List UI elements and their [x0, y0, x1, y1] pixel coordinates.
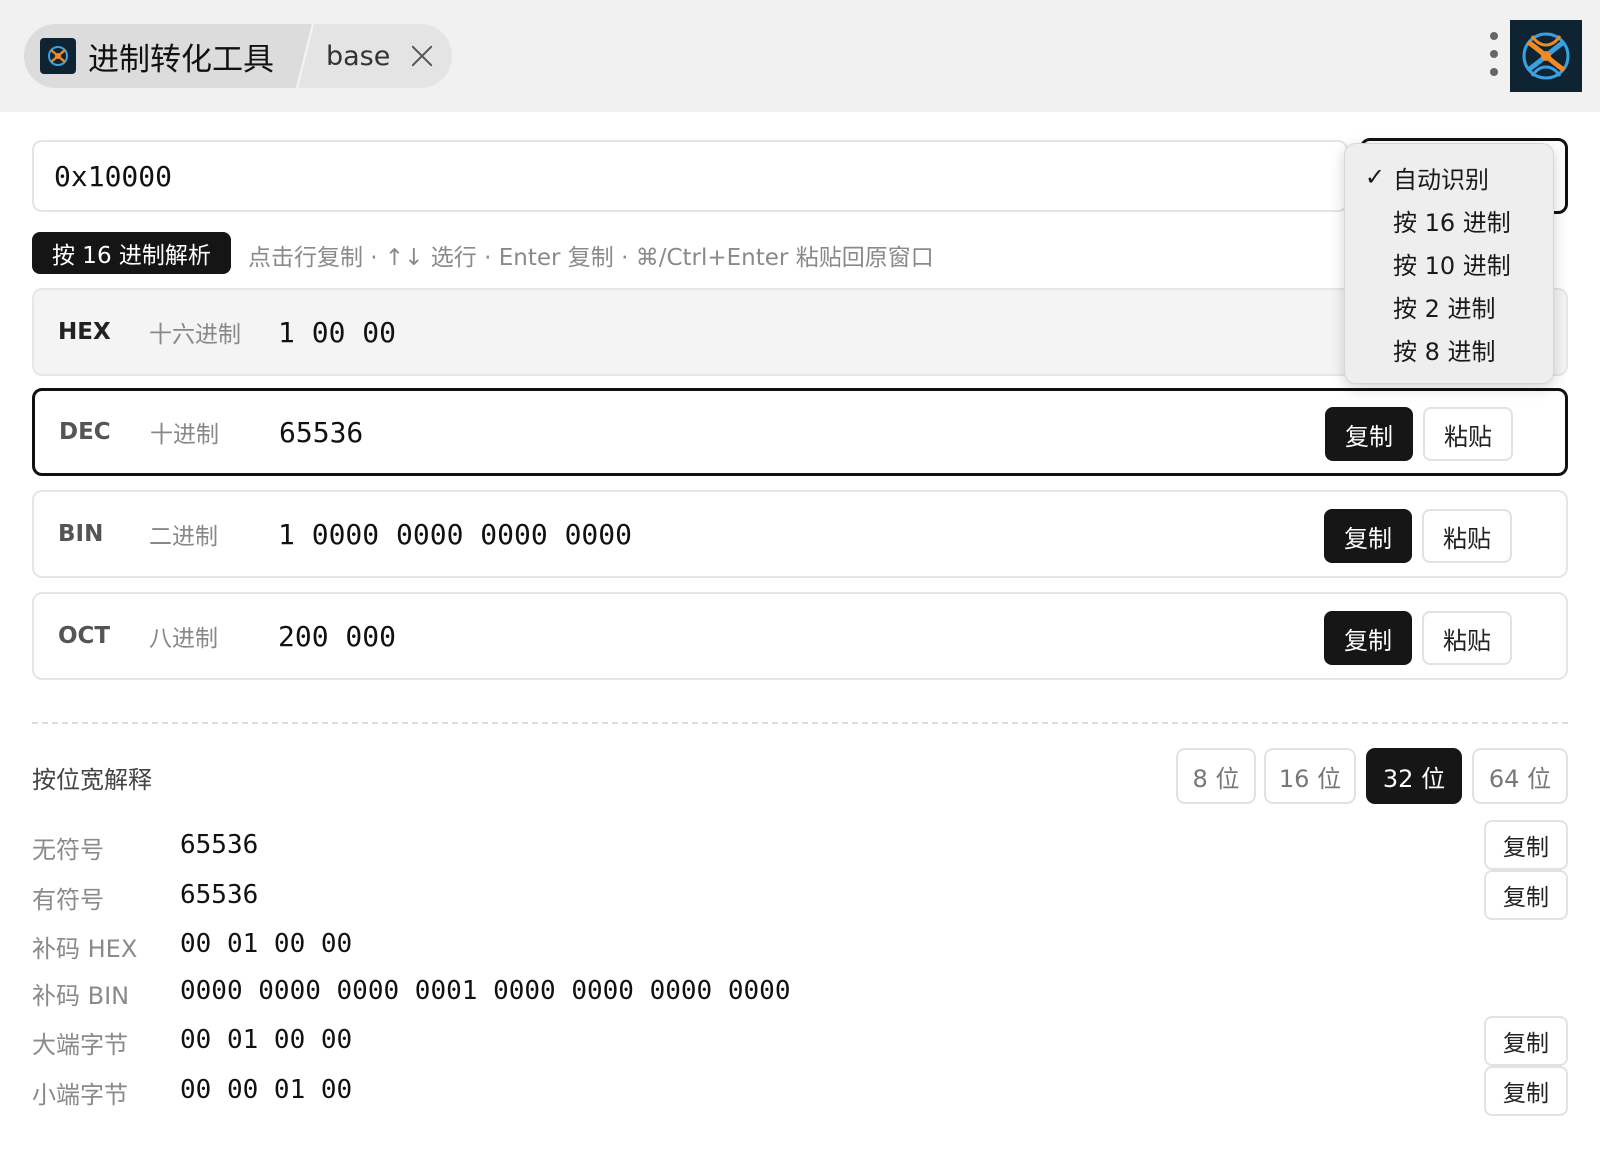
paste-button[interactable]: 粘贴	[1422, 611, 1512, 665]
copy-unsigned-button[interactable]: 复制	[1484, 820, 1568, 870]
row-value: 65536	[279, 415, 364, 449]
copy-button[interactable]: 复制	[1324, 509, 1412, 563]
bitwidth-64-button[interactable]: 64 位	[1472, 748, 1568, 804]
menu-item-label: 按 16 进制	[1393, 208, 1511, 237]
paste-button[interactable]: 粘贴	[1423, 407, 1513, 461]
more-options-icon[interactable]	[1484, 32, 1504, 76]
copy-signed-button[interactable]: 复制	[1484, 870, 1568, 920]
menu-item-hex[interactable]: 按 16 进制	[1345, 199, 1555, 241]
menu-item-label: 按 8 进制	[1393, 337, 1496, 366]
tab-base[interactable]: base	[292, 24, 452, 88]
detail-value-twos-hex: 00 01 00 00	[180, 929, 353, 959]
row-code: HEX	[58, 319, 111, 345]
row-code: OCT	[58, 623, 111, 649]
detail-key-signed: 有符号	[32, 886, 104, 914]
result-row-bin[interactable]: BIN 二进制 1 0000 0000 0000 0000 复制 粘贴	[32, 490, 1568, 578]
section-divider	[32, 722, 1568, 724]
tab-strip: 进制转化工具 base	[24, 24, 453, 88]
app-logo	[1510, 20, 1582, 92]
detail-key-twos-hex: 补码 HEX	[32, 935, 138, 963]
keyboard-hint: 点击行复制 · ↑↓ 选行 · Enter 复制 · ⌘/Ctrl+Enter …	[248, 245, 934, 271]
bitwidth-8-button[interactable]: 8 位	[1176, 748, 1256, 804]
parse-mode-badge: 按 16 进制解析	[32, 232, 231, 274]
title-bar: 进制转化工具 base	[0, 0, 1600, 112]
menu-item-bin[interactable]: 按 2 进制	[1345, 285, 1555, 327]
menu-item-auto[interactable]: ✓ 自动识别	[1345, 156, 1555, 198]
detail-value-twos-bin: 0000 0000 0000 0001 0000 0000 0000 0000	[180, 976, 791, 1006]
detail-value-signed: 65536	[180, 880, 259, 910]
detail-value-big-endian: 00 01 00 00	[180, 1025, 353, 1055]
row-value: 200 000	[278, 619, 397, 653]
copy-big-endian-button[interactable]: 复制	[1484, 1016, 1568, 1066]
menu-item-label: 按 2 进制	[1393, 294, 1496, 323]
copy-button[interactable]: 复制	[1324, 611, 1412, 665]
result-row-oct[interactable]: OCT 八进制 200 000 复制 粘贴	[32, 592, 1568, 680]
row-value: 1 0000 0000 0000 0000	[278, 517, 633, 551]
parse-mode-menu: ✓ 自动识别 按 16 进制 按 10 进制 按 2 进制 按 8 进制	[1344, 143, 1554, 384]
number-input[interactable]	[32, 140, 1348, 212]
check-icon: ✓	[1364, 163, 1385, 191]
app-logo-icon	[40, 38, 76, 74]
row-name: 二进制	[149, 524, 218, 550]
menu-item-oct[interactable]: 按 8 进制	[1345, 328, 1555, 370]
row-name: 十六进制	[149, 322, 241, 348]
bitwidth-32-button[interactable]: 32 位	[1366, 748, 1462, 804]
row-code: BIN	[58, 521, 104, 547]
copy-button[interactable]: 复制	[1325, 407, 1413, 461]
detail-value-unsigned: 65536	[180, 830, 259, 860]
detail-key-little-endian: 小端字节	[32, 1081, 128, 1109]
row-value: 1 00 00	[278, 315, 397, 349]
row-name: 八进制	[149, 626, 218, 652]
row-code: DEC	[59, 419, 111, 445]
copy-little-endian-button[interactable]: 复制	[1484, 1066, 1568, 1116]
row-name: 十进制	[150, 422, 219, 448]
tab-tool[interactable]: 进制转化工具	[24, 24, 292, 88]
detail-key-unsigned: 无符号	[32, 836, 104, 864]
tab-sub-label: base	[326, 40, 391, 72]
detail-value-little-endian: 00 00 01 00	[180, 1075, 353, 1105]
bitwidth-label: 按位宽解释	[32, 766, 152, 794]
close-icon[interactable]	[408, 42, 436, 70]
menu-item-label: 自动识别	[1393, 165, 1489, 194]
menu-item-dec[interactable]: 按 10 进制	[1345, 242, 1555, 284]
detail-key-big-endian: 大端字节	[32, 1031, 128, 1059]
result-row-dec[interactable]: DEC 十进制 65536 复制 粘贴	[32, 388, 1568, 476]
detail-key-twos-bin: 补码 BIN	[32, 982, 130, 1010]
paste-button[interactable]: 粘贴	[1422, 509, 1512, 563]
result-row-hex[interactable]: HEX 十六进制 1 00 00	[32, 288, 1568, 376]
menu-item-label: 按 10 进制	[1393, 251, 1511, 280]
tab-title: 进制转化工具	[88, 41, 274, 78]
bitwidth-16-button[interactable]: 16 位	[1264, 748, 1356, 804]
